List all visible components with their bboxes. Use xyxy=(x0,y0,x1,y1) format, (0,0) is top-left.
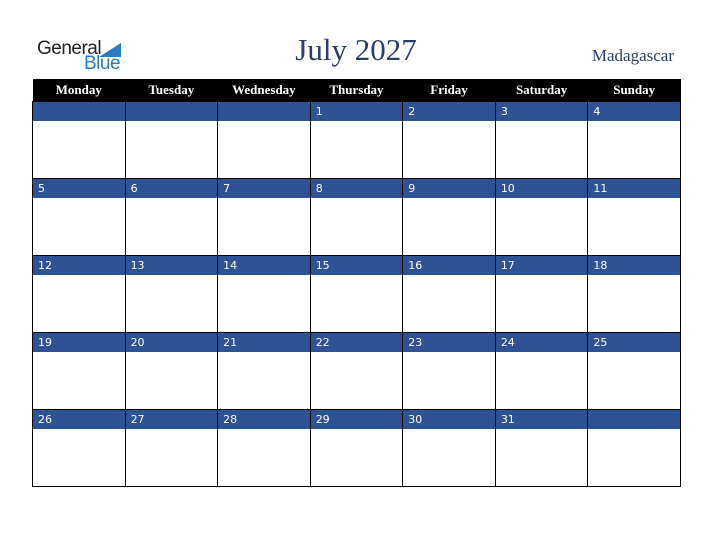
day-cell[interactable]: 20 xyxy=(124,332,219,410)
week-row: 12 13 14 15 16 17 18 xyxy=(32,255,681,333)
day-number: 4 xyxy=(588,102,680,121)
day-number xyxy=(218,102,310,121)
day-cell[interactable]: 23 xyxy=(402,332,496,410)
day-cell[interactable]: 10 xyxy=(494,178,589,256)
day-number: 12 xyxy=(33,256,125,275)
day-number: 1 xyxy=(310,102,403,121)
weekday-header: Saturday xyxy=(495,79,588,102)
weekday-header: Monday xyxy=(32,79,126,102)
day-cell[interactable]: 31 xyxy=(494,409,589,487)
day-cell[interactable]: 14 xyxy=(217,255,311,333)
day-cell[interactable]: 18 xyxy=(587,255,681,333)
calendar-grid: Monday Tuesday Wednesday Thursday Friday… xyxy=(32,79,681,487)
day-cell[interactable]: 17 xyxy=(494,255,589,333)
day-cell[interactable]: 19 xyxy=(32,332,126,410)
day-number xyxy=(588,410,680,429)
week-row: 26 27 28 29 30 31 xyxy=(32,409,681,487)
day-cell[interactable]: 8 xyxy=(309,178,404,256)
day-cell[interactable] xyxy=(587,409,681,487)
day-cell[interactable]: 9 xyxy=(402,178,496,256)
day-cell[interactable]: 1 xyxy=(309,101,404,179)
day-number: 17 xyxy=(495,256,588,275)
day-number: 24 xyxy=(495,333,588,352)
day-number: 10 xyxy=(495,179,588,198)
weekday-header: Sunday xyxy=(587,79,681,102)
day-number: 20 xyxy=(125,333,218,352)
day-number: 2 xyxy=(403,102,495,121)
day-number: 30 xyxy=(403,410,495,429)
day-cell[interactable]: 22 xyxy=(309,332,404,410)
day-cell[interactable]: 28 xyxy=(217,409,311,487)
week-row: 19 20 21 22 23 24 25 xyxy=(32,332,681,410)
country-label: Madagascar xyxy=(591,46,674,65)
day-cell[interactable]: 12 xyxy=(32,255,126,333)
day-number: 25 xyxy=(588,333,680,352)
day-number: 31 xyxy=(495,410,588,429)
day-cell[interactable]: 25 xyxy=(587,332,681,410)
day-number: 15 xyxy=(310,256,403,275)
day-number: 26 xyxy=(33,410,125,429)
day-cell[interactable]: 3 xyxy=(494,101,589,179)
week-row: 5 6 7 8 9 10 11 xyxy=(32,178,681,256)
day-cell[interactable]: 5 xyxy=(32,178,126,256)
day-number: 11 xyxy=(588,179,680,198)
day-number: 8 xyxy=(310,179,403,198)
day-number: 9 xyxy=(403,179,495,198)
day-number: 14 xyxy=(218,256,310,275)
day-number: 27 xyxy=(125,410,218,429)
weekday-header-row: Monday Tuesday Wednesday Thursday Friday… xyxy=(32,79,681,102)
day-cell[interactable]: 2 xyxy=(402,101,496,179)
day-number: 22 xyxy=(310,333,403,352)
day-number: 23 xyxy=(403,333,495,352)
day-number: 29 xyxy=(310,410,403,429)
day-cell[interactable]: 15 xyxy=(309,255,404,333)
day-number xyxy=(125,102,218,121)
day-cell[interactable]: 21 xyxy=(217,332,311,410)
day-number: 16 xyxy=(403,256,495,275)
day-cell[interactable]: 26 xyxy=(32,409,126,487)
day-number: 19 xyxy=(33,333,125,352)
day-number: 13 xyxy=(125,256,218,275)
day-cell[interactable]: 30 xyxy=(402,409,496,487)
day-number: 7 xyxy=(218,179,310,198)
weekday-header: Thursday xyxy=(310,79,403,102)
day-cell[interactable]: 6 xyxy=(124,178,219,256)
weekday-header: Wednesday xyxy=(217,79,311,102)
day-cell[interactable]: 16 xyxy=(402,255,496,333)
day-number: 3 xyxy=(495,102,588,121)
day-cell[interactable]: 7 xyxy=(217,178,311,256)
day-cell[interactable]: 24 xyxy=(494,332,589,410)
day-number xyxy=(33,102,125,121)
weekday-header: Friday xyxy=(402,79,496,102)
day-cell[interactable] xyxy=(124,101,219,179)
day-cell[interactable] xyxy=(217,101,311,179)
day-cell[interactable]: 29 xyxy=(309,409,404,487)
weekday-header: Tuesday xyxy=(125,79,218,102)
day-cell[interactable]: 4 xyxy=(587,101,681,179)
day-cell[interactable] xyxy=(32,101,126,179)
day-number: 6 xyxy=(125,179,218,198)
day-cell[interactable]: 11 xyxy=(587,178,681,256)
day-number: 5 xyxy=(33,179,125,198)
day-cell[interactable]: 27 xyxy=(124,409,219,487)
day-cell[interactable]: 13 xyxy=(124,255,219,333)
day-number: 18 xyxy=(588,256,680,275)
day-number: 21 xyxy=(218,333,310,352)
day-number: 28 xyxy=(218,410,310,429)
week-row: 1234 xyxy=(32,101,681,179)
